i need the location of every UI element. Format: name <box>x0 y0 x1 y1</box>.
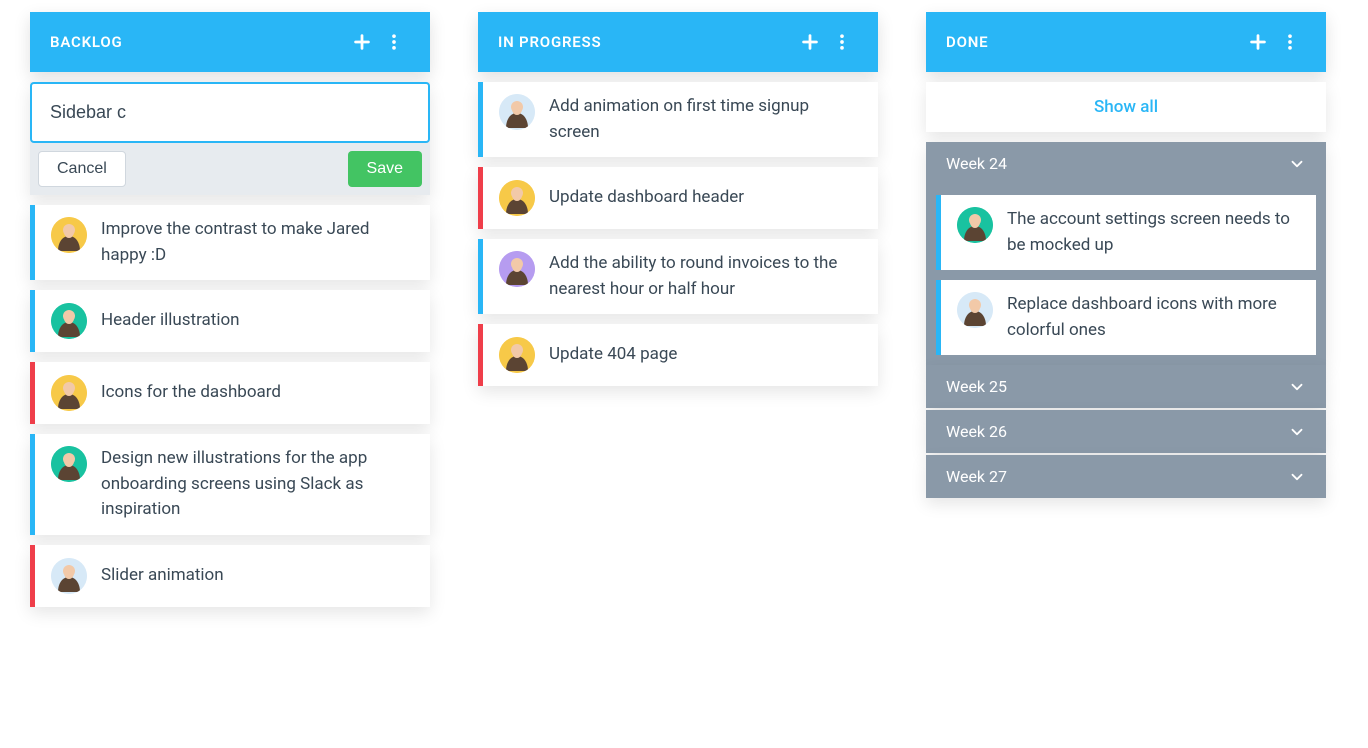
kanban-card[interactable]: Improve the contrast to make Jared happy… <box>30 205 430 280</box>
avatar <box>51 217 87 253</box>
chevron-down-icon <box>1288 423 1306 441</box>
avatar <box>499 94 535 130</box>
cancel-button[interactable]: Cancel <box>38 151 126 187</box>
compose-card: Cancel Save <box>30 82 430 195</box>
week-group: Week 27 <box>926 455 1326 498</box>
kanban-card[interactable]: Design new illustrations for the app onb… <box>30 434 430 535</box>
group-title: Week 27 <box>946 467 1288 486</box>
column-title: DONE <box>946 33 1242 51</box>
week-group: Week 26 <box>926 410 1326 453</box>
kebab-menu-icon <box>832 32 852 52</box>
plus-icon <box>1247 31 1269 53</box>
group-title: Week 25 <box>946 377 1288 396</box>
card-text: The account settings screen needs to be … <box>1007 207 1300 258</box>
kanban-card[interactable]: Add the ability to round invoices to the… <box>478 239 878 314</box>
add-card-button[interactable] <box>794 26 826 58</box>
week-group: Week 25 <box>926 365 1326 408</box>
chevron-down-icon <box>1288 468 1306 486</box>
show-all-button[interactable]: Show all <box>926 82 1326 132</box>
add-card-button[interactable] <box>346 26 378 58</box>
card-text: Design new illustrations for the app onb… <box>101 446 414 523</box>
plus-icon <box>799 31 821 53</box>
card-text: Replace dashboard icons with more colorf… <box>1007 292 1300 343</box>
group-header[interactable]: Week 27 <box>926 455 1326 498</box>
avatar <box>51 558 87 594</box>
card-text: Header illustration <box>101 308 240 334</box>
card-text: Improve the contrast to make Jared happy… <box>101 217 414 268</box>
kanban-card[interactable]: Header illustration <box>30 290 430 352</box>
avatar <box>499 337 535 373</box>
column-in-progress: IN PROGRESS Add animation on first time … <box>478 12 878 607</box>
group-header[interactable]: Week 26 <box>926 410 1326 453</box>
add-card-button[interactable] <box>1242 26 1274 58</box>
column-title: IN PROGRESS <box>498 33 794 51</box>
week-group: Week 24 The account settings screen need… <box>926 142 1326 365</box>
plus-icon <box>351 31 373 53</box>
avatar <box>957 292 993 328</box>
column-backlog: BACKLOG Cancel Save Improve the contrast… <box>30 12 430 607</box>
kanban-card[interactable]: Replace dashboard icons with more colorf… <box>936 280 1316 355</box>
kanban-card[interactable]: Update 404 page <box>478 324 878 386</box>
avatar <box>957 207 993 243</box>
card-list-in-progress: Add animation on first time signup scree… <box>478 82 878 386</box>
column-header-backlog: BACKLOG <box>30 12 430 72</box>
group-body: The account settings screen needs to be … <box>926 185 1326 365</box>
card-text: Update 404 page <box>549 342 677 368</box>
group-title: Week 24 <box>946 154 1288 173</box>
avatar <box>51 303 87 339</box>
column-header-done: DONE <box>926 12 1326 72</box>
kanban-card[interactable]: Update dashboard header <box>478 167 878 229</box>
card-text: Icons for the dashboard <box>101 380 281 406</box>
card-text: Add the ability to round invoices to the… <box>549 251 862 302</box>
kebab-menu-icon <box>1280 32 1300 52</box>
group-header[interactable]: Week 24 <box>926 142 1326 185</box>
column-menu-button[interactable] <box>378 26 410 58</box>
save-button[interactable]: Save <box>348 151 422 187</box>
card-text: Update dashboard header <box>549 185 744 211</box>
compose-actions: Cancel Save <box>30 143 430 187</box>
kanban-card[interactable]: Icons for the dashboard <box>30 362 430 424</box>
done-groups: Week 24 The account settings screen need… <box>926 142 1326 498</box>
kanban-card[interactable]: Add animation on first time signup scree… <box>478 82 878 157</box>
column-done: DONE Show all Week 24 The account settin… <box>926 12 1326 607</box>
column-title: BACKLOG <box>50 33 346 51</box>
chevron-down-icon <box>1288 155 1306 173</box>
kanban-card[interactable]: Slider animation <box>30 545 430 607</box>
card-text: Slider animation <box>101 563 224 589</box>
avatar <box>51 446 87 482</box>
kanban-card[interactable]: The account settings screen needs to be … <box>936 195 1316 270</box>
group-header[interactable]: Week 25 <box>926 365 1326 408</box>
chevron-down-icon <box>1288 378 1306 396</box>
card-list-backlog: Improve the contrast to make Jared happy… <box>30 205 430 607</box>
avatar <box>499 251 535 287</box>
kebab-menu-icon <box>384 32 404 52</box>
column-menu-button[interactable] <box>1274 26 1306 58</box>
column-menu-button[interactable] <box>826 26 858 58</box>
group-title: Week 26 <box>946 422 1288 441</box>
column-header-in-progress: IN PROGRESS <box>478 12 878 72</box>
new-card-input[interactable] <box>30 82 430 143</box>
avatar <box>51 375 87 411</box>
card-text: Add animation on first time signup scree… <box>549 94 862 145</box>
avatar <box>499 180 535 216</box>
